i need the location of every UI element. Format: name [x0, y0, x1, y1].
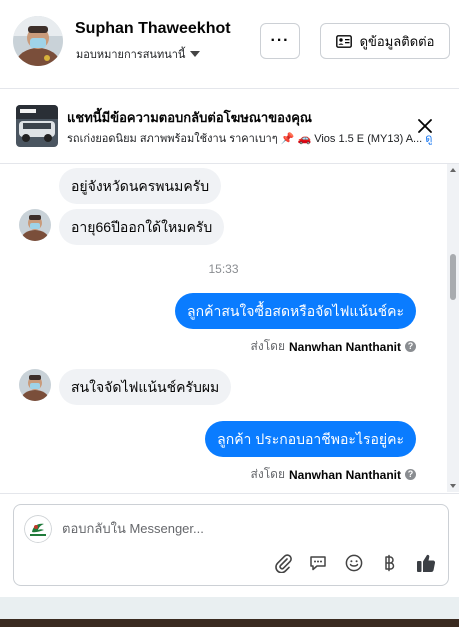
- sent-by-agent: Nanwhan Nanthanit: [288, 339, 401, 354]
- window-bottom-edge: [0, 597, 459, 627]
- ad-description-text: รถเก่งยอดนิยม สภาพพร้อมใช้งาน ราคาเบาๆ 📌…: [67, 133, 423, 145]
- customer-avatar[interactable]: [13, 16, 63, 66]
- conversation-header: Suphan Thaweekhot มอบหมายการสนทนานี้ ···…: [0, 0, 459, 89]
- thumbs-up-icon[interactable]: [414, 551, 438, 575]
- composer-area: [0, 493, 459, 598]
- caret-down-icon: [190, 51, 201, 57]
- customer-avatar-small: [19, 369, 51, 401]
- scroll-up-arrow-icon[interactable]: [450, 168, 456, 172]
- sent-by-label: ส่งโดย Nanwhan Nanthanit ?: [251, 337, 416, 356]
- customer-avatar-small: [19, 209, 51, 241]
- incoming-message: อยู่จังหวัดนครพนมครับ: [59, 168, 222, 204]
- sent-by-prefix: ส่งโดย: [250, 339, 285, 353]
- view-contact-button[interactable]: ดูข้อมูลติดต่อ: [320, 23, 450, 59]
- contact-card-icon: [335, 34, 352, 48]
- outgoing-message: ลูกค้า ประกอบอาชีพอะไรอยู่คะ: [205, 421, 416, 457]
- customer-name: Suphan Thaweekhot: [75, 20, 231, 37]
- assign-label: มอบหมายการสนทนานี้: [76, 49, 186, 61]
- info-icon[interactable]: ?: [405, 341, 416, 352]
- more-options-button[interactable]: ···: [260, 23, 300, 59]
- sent-by-prefix: ส่งโดย: [250, 467, 285, 481]
- reply-composer[interactable]: [13, 504, 449, 586]
- view-contact-label: ดูข้อมูลติดต่อ: [359, 33, 435, 49]
- assign-conversation-dropdown[interactable]: มอบหมายการสนทนานี้: [76, 45, 201, 63]
- ad-reply-notice: แชทนี้มีข้อความตอบกลับต่อโฆษณาของคุณ รถเ…: [0, 89, 459, 164]
- page-avatar: [24, 515, 52, 543]
- message-timestamp: 15:33: [208, 262, 239, 276]
- emoji-icon[interactable]: [342, 551, 366, 575]
- baht-payment-icon[interactable]: [377, 551, 401, 575]
- close-icon[interactable]: [414, 115, 436, 137]
- reply-input[interactable]: [62, 517, 432, 539]
- incoming-message: อายุ66ปีออกใด้ใหมครับ: [59, 209, 225, 245]
- saved-reply-icon[interactable]: [306, 551, 330, 575]
- message-thread[interactable]: อยู่จังหวัดนครพนมครับ อายุ66ปีออกใด้ใหมค…: [0, 164, 447, 492]
- ad-notice-title: แชทนี้มีข้อความตอบกลับต่อโฆษณาของคุณ: [67, 110, 312, 125]
- outgoing-message: ลูกค้าสนใจซื้อสดหรือจัดไฟแน้นช์คะ: [175, 293, 416, 329]
- incoming-message: สนใจจัดไฟแน้นช์ครับผม: [59, 369, 232, 405]
- info-icon[interactable]: ?: [405, 469, 416, 480]
- sent-by-label: ส่งโดย Nanwhan Nanthanit ?: [251, 465, 416, 484]
- sent-by-agent: Nanwhan Nanthanit: [288, 467, 401, 482]
- thread-scrollbar[interactable]: [447, 164, 459, 492]
- ad-notice-description: รถเก่งยอดนิยม สภาพพร้อมใช้งาน ราคาเบาๆ 📌…: [67, 129, 445, 147]
- scroll-down-arrow-icon[interactable]: [450, 484, 456, 488]
- ad-thumbnail[interactable]: [16, 105, 58, 147]
- scrollbar-thumb[interactable]: [450, 254, 456, 300]
- paperclip-icon[interactable]: [271, 551, 295, 575]
